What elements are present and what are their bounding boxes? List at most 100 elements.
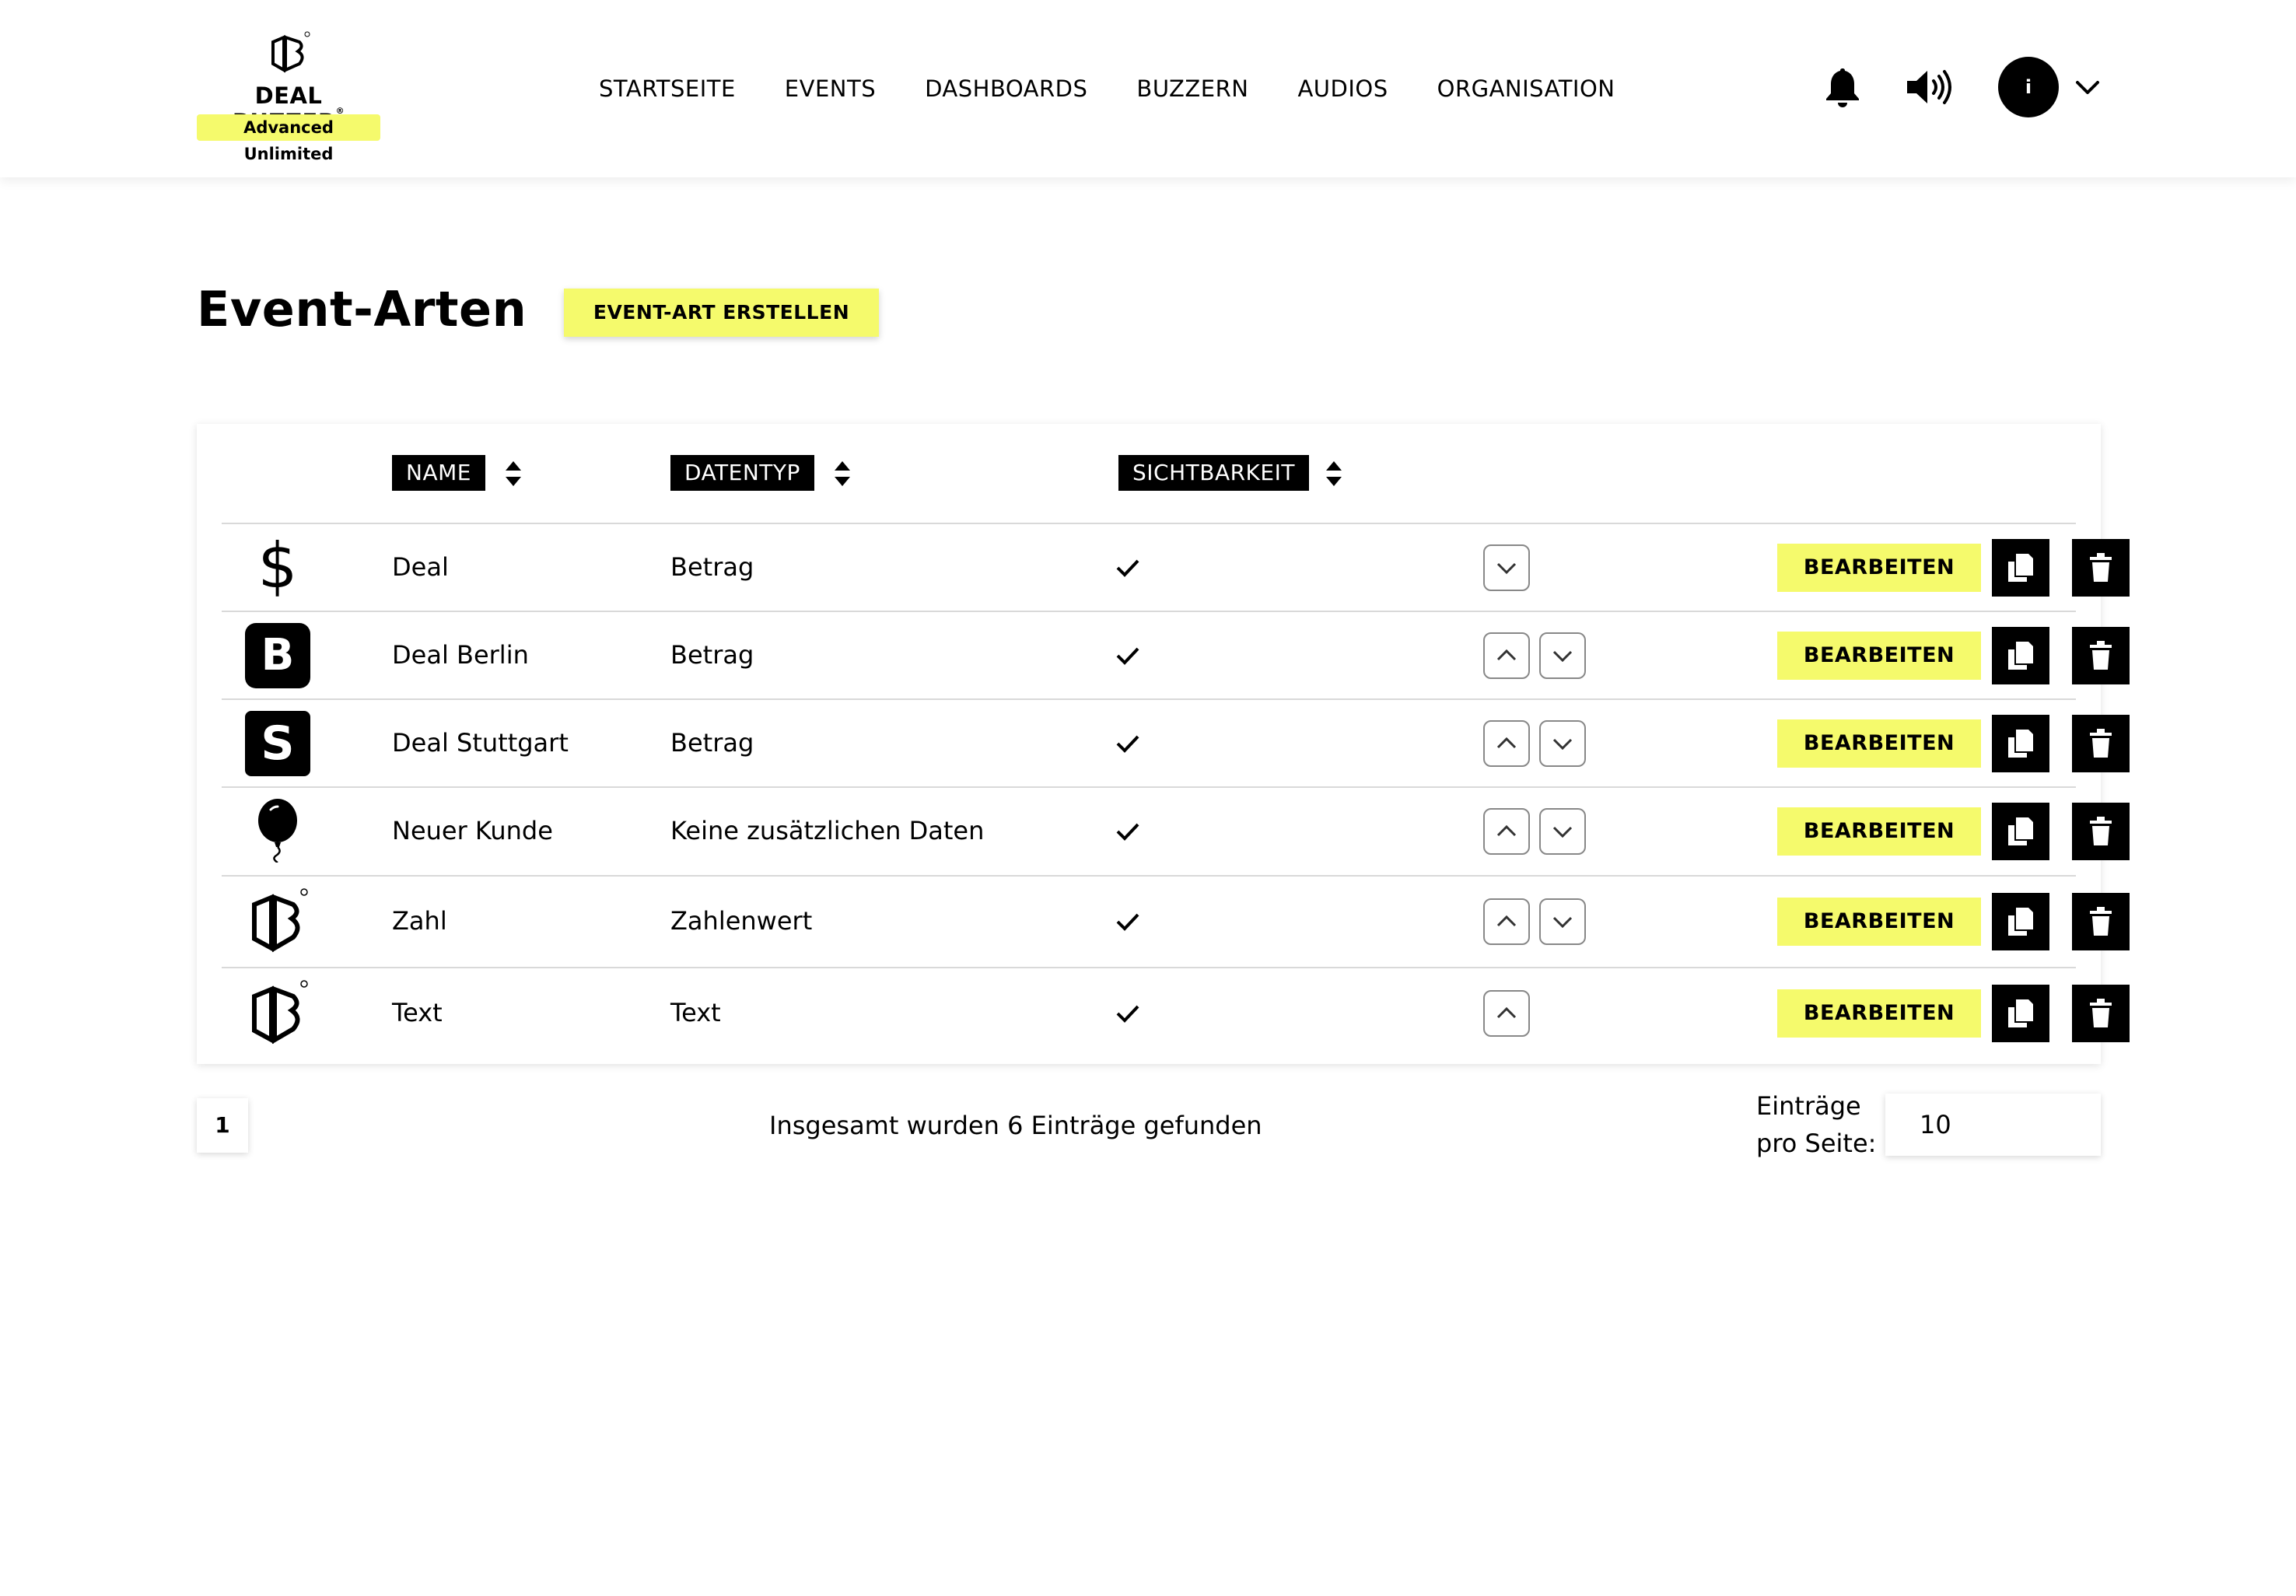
dealbuzzer-logo-icon xyxy=(252,980,308,1045)
delete-button[interactable] xyxy=(2072,715,2130,772)
chevron-down-icon xyxy=(1552,916,1573,929)
delete-button[interactable] xyxy=(2072,627,2130,684)
pagination-page-1[interactable]: 1 xyxy=(197,1098,248,1153)
check-icon xyxy=(1116,1005,1139,1023)
move-down-button[interactable] xyxy=(1539,898,1586,945)
trash-icon xyxy=(2090,729,2112,758)
nav-item-audios[interactable]: AUDIOS xyxy=(1297,70,1388,107)
trash-icon xyxy=(2090,641,2112,670)
table-row: $ Deal Betrag BEARBEITEN xyxy=(222,523,2130,612)
move-up-button[interactable] xyxy=(1483,990,1530,1037)
chevron-up-icon xyxy=(1496,737,1517,749)
check-icon xyxy=(1116,735,1139,753)
bell-icon[interactable] xyxy=(1823,67,1862,107)
event-types-table: NAME DATENTYP SICHTBARKEIT $ Deal Betrag… xyxy=(197,424,2130,1064)
row-datatype: Keine zusätzlichen Daten xyxy=(670,816,985,845)
column-header-name[interactable]: NAME xyxy=(392,455,485,491)
nav-item-events[interactable]: EVENTS xyxy=(785,70,876,107)
move-down-button[interactable] xyxy=(1539,632,1586,679)
duplicate-button[interactable] xyxy=(1992,539,2049,597)
nav-item-organisation[interactable]: ORGANISATION xyxy=(1437,70,1615,107)
chevron-down-icon xyxy=(1552,650,1573,663)
chevron-down-icon xyxy=(1496,562,1517,575)
move-down-button[interactable] xyxy=(1539,808,1586,855)
trash-icon xyxy=(2090,817,2112,845)
chevron-down-icon xyxy=(1552,738,1573,751)
row-name: Deal Stuttgart xyxy=(392,728,569,758)
delete-button[interactable] xyxy=(2072,985,2130,1042)
copy-icon xyxy=(2008,999,2033,1027)
trash-icon xyxy=(2090,907,2112,936)
edit-button[interactable]: BEARBEITEN xyxy=(1777,989,1981,1038)
main-nav: STARTSEITE EVENTS DASHBOARDS BUZZERN AUD… xyxy=(599,70,1664,107)
copy-icon xyxy=(2008,817,2033,845)
dealbuzzer-logo-icon xyxy=(271,31,310,73)
delete-button[interactable] xyxy=(2072,893,2130,950)
table-row: B Deal Berlin Betrag BEARBEITEN xyxy=(222,611,2130,700)
per-page-select[interactable]: 10 xyxy=(1885,1094,2101,1156)
edit-button[interactable]: BEARBEITEN xyxy=(1777,632,1981,680)
nav-item-dashboards[interactable]: DASHBOARDS xyxy=(925,70,1087,107)
check-icon xyxy=(1116,559,1139,577)
row-name: Zahl xyxy=(392,906,447,936)
sort-icon[interactable] xyxy=(504,460,523,488)
copy-icon xyxy=(2008,908,2033,936)
duplicate-button[interactable] xyxy=(1992,893,2049,950)
chevron-up-icon xyxy=(1496,1006,1517,1019)
move-up-button[interactable] xyxy=(1483,898,1530,945)
copy-icon xyxy=(2008,642,2033,670)
plan-badge: Advanced Unlimited xyxy=(197,114,380,163)
row-datatype: Betrag xyxy=(670,640,754,670)
duplicate-button[interactable] xyxy=(1992,715,2049,772)
sort-icon[interactable] xyxy=(1325,460,1343,488)
letter-b-icon: B xyxy=(245,623,310,688)
row-name: Deal xyxy=(392,552,449,582)
total-entries-text: Insgesamt wurden 6 Einträge gefunden xyxy=(769,1111,1262,1140)
row-datatype: Betrag xyxy=(670,728,754,758)
chevron-down-icon[interactable] xyxy=(2075,78,2100,96)
row-name: Deal Berlin xyxy=(392,640,529,670)
edit-button[interactable]: BEARBEITEN xyxy=(1777,898,1981,946)
row-name: Text xyxy=(392,998,443,1027)
user-avatar[interactable]: i xyxy=(1998,57,2059,117)
create-event-type-button[interactable]: EVENT-ART ERSTELLEN xyxy=(564,289,879,337)
delete-button[interactable] xyxy=(2072,803,2130,860)
move-up-button[interactable] xyxy=(1483,632,1530,679)
nav-item-buzzern[interactable]: BUZZERN xyxy=(1136,70,1248,107)
dollar-icon: $ xyxy=(257,530,298,602)
speaker-icon[interactable] xyxy=(1906,68,1957,106)
move-down-button[interactable] xyxy=(1483,544,1530,591)
per-page-label-line2: pro Seite: xyxy=(1756,1129,1877,1158)
dealbuzzer-logo-icon xyxy=(252,888,308,953)
edit-button[interactable]: BEARBEITEN xyxy=(1777,719,1981,768)
letter-s-icon: S xyxy=(245,711,310,776)
row-name: Neuer Kunde xyxy=(392,816,553,845)
move-up-button[interactable] xyxy=(1483,808,1530,855)
copy-icon xyxy=(2008,730,2033,758)
row-datatype: Zahlenwert xyxy=(670,906,813,936)
duplicate-button[interactable] xyxy=(1992,985,2049,1042)
delete-button[interactable] xyxy=(2072,539,2130,597)
column-header-visibility[interactable]: SICHTBARKEIT xyxy=(1118,455,1309,491)
check-icon xyxy=(1116,823,1139,841)
nav-item-startseite[interactable]: STARTSEITE xyxy=(599,70,736,107)
brand-logo[interactable]: DEAL BUZZER® Advanced Unlimited xyxy=(197,31,380,163)
duplicate-button[interactable] xyxy=(1992,627,2049,684)
move-down-button[interactable] xyxy=(1539,720,1586,767)
trash-icon xyxy=(2090,999,2112,1027)
chevron-down-icon xyxy=(1552,826,1573,838)
column-header-datatype[interactable]: DATENTYP xyxy=(670,455,814,491)
chevron-up-icon xyxy=(1496,824,1517,837)
row-datatype: Betrag xyxy=(670,552,754,582)
table-row: Zahl Zahlenwert BEARBEITEN xyxy=(222,875,2130,968)
duplicate-button[interactable] xyxy=(1992,803,2049,860)
trash-icon xyxy=(2090,553,2112,582)
check-icon xyxy=(1116,647,1139,665)
sort-icon[interactable] xyxy=(833,460,852,488)
edit-button[interactable]: BEARBEITEN xyxy=(1777,544,1981,592)
chevron-up-icon xyxy=(1496,649,1517,661)
edit-button[interactable]: BEARBEITEN xyxy=(1777,807,1981,856)
per-page-label: Einträge pro Seite: xyxy=(1756,1087,1876,1162)
move-up-button[interactable] xyxy=(1483,720,1530,767)
check-icon xyxy=(1116,913,1139,931)
